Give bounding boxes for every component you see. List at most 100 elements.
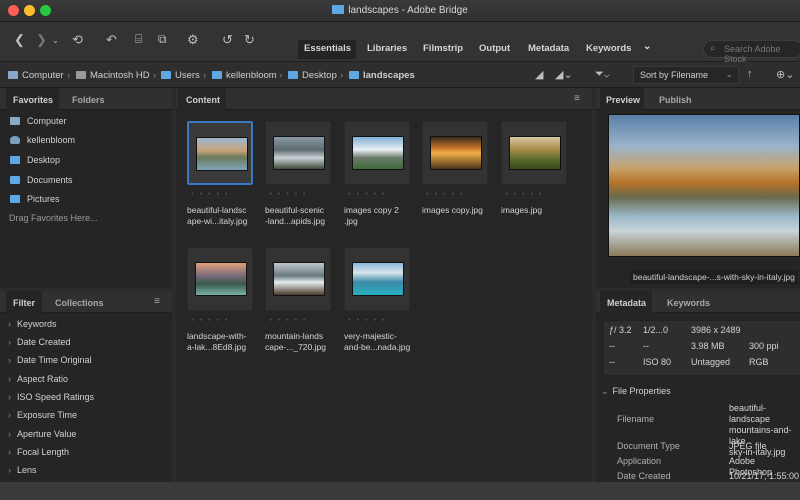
chevron-down-icon: ⌄	[725, 69, 733, 79]
workspace-more-chevron-icon[interactable]: ⌄	[643, 41, 651, 52]
filter-lens[interactable]: Lens	[8, 465, 37, 475]
filter-aperture-value[interactable]: Aperture Value	[8, 429, 76, 439]
rating-dots[interactable]: ● ● ● ● ●	[269, 317, 308, 323]
refine-icon[interactable]: ⧉	[158, 32, 167, 47]
thumbnail[interactable]	[187, 247, 253, 311]
filter-focal-length[interactable]: Focal Length	[8, 447, 69, 457]
get-photos-from-camera-icon[interactable]: ⌸	[135, 32, 142, 47]
new-folder-icon[interactable]: ⊕⌄	[776, 68, 794, 81]
breadcrumb-landscapes[interactable]: landscapes	[349, 70, 415, 81]
tab-keywords[interactable]: Keywords	[667, 298, 710, 308]
filter-iso-speed[interactable]: ISO Speed Ratings	[8, 392, 94, 402]
workspace-metadata[interactable]: Metadata	[528, 43, 569, 54]
aperture-value: ƒ/ 3.2	[609, 325, 632, 335]
sort-ascending-icon[interactable]: ↑	[747, 68, 753, 80]
document-type-label: Document Type	[617, 441, 680, 451]
filter-aspect-ratio[interactable]: Aspect Ratio	[8, 374, 68, 384]
file-name: images copy.jpg	[422, 205, 483, 215]
breadcrumb-separator: ›	[279, 70, 283, 81]
workspace-filmstrip[interactable]: Filmstrip	[423, 43, 463, 54]
hard-drive-icon	[76, 71, 86, 79]
rotate-left-icon[interactable]: ↺	[222, 32, 233, 48]
recent-history-icon[interactable]: ⟲	[72, 32, 83, 48]
rating-dots[interactable]: ● ● ● ● ●	[505, 191, 544, 197]
rating-dots[interactable]: ● ● ● ● ●	[191, 191, 230, 197]
open-in-camera-raw-icon[interactable]: ⚙	[187, 32, 199, 48]
boomerang-icon[interactable]: ↶	[106, 32, 117, 48]
preview-image[interactable]	[608, 114, 800, 257]
thumbnail[interactable]	[187, 121, 253, 185]
favorite-item-desktop[interactable]: Desktop	[10, 155, 60, 165]
filename-label: Filename	[617, 414, 655, 424]
window-title: landscapes - Adobe Bridge	[0, 5, 800, 16]
file-properties-section[interactable]: ⌄ File Properties	[601, 386, 671, 397]
exposure-value: --	[643, 341, 649, 351]
thumbnail[interactable]	[501, 121, 567, 185]
tab-metadata[interactable]: Metadata	[607, 298, 646, 308]
thumbnail[interactable]	[265, 121, 331, 185]
panel-menu-icon[interactable]: ≡	[574, 93, 580, 104]
rating-dots[interactable]: ● ● ● ● ●	[191, 317, 230, 323]
filter-date-time-original[interactable]: Date Time Original	[8, 355, 92, 365]
filter-keywords[interactable]: Keywords	[8, 319, 57, 329]
rating-dots[interactable]: ● ● ● ● ●	[348, 191, 387, 197]
workspace-libraries[interactable]: Libraries	[367, 43, 407, 54]
workspace-keywords[interactable]: Keywords	[586, 43, 631, 54]
status-bar	[0, 482, 800, 500]
filter-date-created[interactable]: Date Created	[8, 337, 71, 347]
breadcrumb-desktop[interactable]: Desktop	[288, 70, 337, 81]
image-thumbnail	[196, 137, 248, 171]
sort-dropdown[interactable]: Sort by Filename ⌄	[633, 66, 739, 84]
tab-favorites[interactable]: Favorites	[13, 95, 53, 105]
rating-dots[interactable]: ● ● ● ● ●	[426, 191, 465, 197]
filter-exposure-time[interactable]: Exposure Time	[8, 410, 77, 420]
breadcrumb-separator: ›	[153, 70, 157, 81]
rating-dots[interactable]: ● ● ● ● ●	[269, 191, 308, 197]
computer-icon	[10, 117, 20, 125]
tab-preview[interactable]: Preview	[606, 95, 640, 105]
tab-collections[interactable]: Collections	[55, 298, 104, 308]
quality-dropdown-icon[interactable]: ◢⌄	[555, 68, 573, 81]
forward-arrow-icon[interactable]: ❯	[36, 32, 47, 48]
iso-value: ISO 80	[643, 357, 672, 367]
image-thumbnail	[352, 262, 404, 296]
back-arrow-icon[interactable]: ❮	[14, 32, 25, 48]
rating-dots[interactable]: ● ● ● ● ●	[348, 317, 387, 323]
resolution-value: 300 ppi	[749, 341, 779, 351]
thumbnail[interactable]	[265, 247, 331, 311]
breadcrumb-macintosh-hd[interactable]: Macintosh HD	[76, 70, 150, 81]
workspace-output[interactable]: Output	[479, 43, 510, 54]
breadcrumb-computer[interactable]: Computer	[8, 70, 64, 81]
shutter-value: 1/2...0	[643, 325, 669, 335]
favorite-item-kellenbloom[interactable]: kellenbloom	[10, 135, 75, 145]
file-name: images.jpg	[501, 205, 543, 215]
panel-menu-icon[interactable]: ≡	[154, 296, 160, 307]
thumbnail[interactable]	[344, 247, 410, 311]
tab-publish[interactable]: Publish	[659, 95, 692, 105]
tab-content[interactable]: Content	[186, 95, 220, 105]
filter-rating-icon[interactable]: ⏷⌄	[595, 68, 610, 81]
favorite-item-documents[interactable]: Documents	[10, 175, 73, 185]
white-balance-value: --	[609, 357, 615, 367]
image-thumbnail	[509, 136, 561, 170]
workspace-essentials[interactable]: Essentials	[304, 43, 351, 54]
tab-folders[interactable]: Folders	[72, 95, 105, 105]
quality-options-icon[interactable]: ◢	[535, 68, 543, 81]
breadcrumb-kellenbloom[interactable]: kellenbloom	[212, 70, 277, 81]
folder-icon	[212, 71, 222, 79]
breadcrumb-separator: ›	[340, 70, 344, 81]
search-stock-input[interactable]: Search Adobe Stock	[703, 40, 800, 64]
file-name: beautiful-scenic -land...apids.jpg	[265, 205, 326, 226]
tab-filter[interactable]: Filter	[13, 298, 35, 308]
favorite-item-pictures[interactable]: Pictures	[10, 194, 60, 204]
favorite-item-computer[interactable]: Computer	[10, 116, 67, 126]
color-profile-value: Untagged	[691, 357, 731, 367]
thumbnail[interactable]	[344, 121, 410, 185]
breadcrumb-users[interactable]: Users	[161, 70, 200, 81]
preview-caption: beautiful-landscape-...s-with-sky-in-ita…	[630, 270, 798, 284]
drag-favorites-hint: Drag Favorites Here...	[9, 213, 98, 223]
thumbnail[interactable]	[422, 121, 488, 185]
chevron-down-icon[interactable]: ⌄	[52, 36, 59, 45]
folder-icon	[10, 156, 20, 164]
rotate-right-icon[interactable]: ↻	[244, 32, 255, 48]
